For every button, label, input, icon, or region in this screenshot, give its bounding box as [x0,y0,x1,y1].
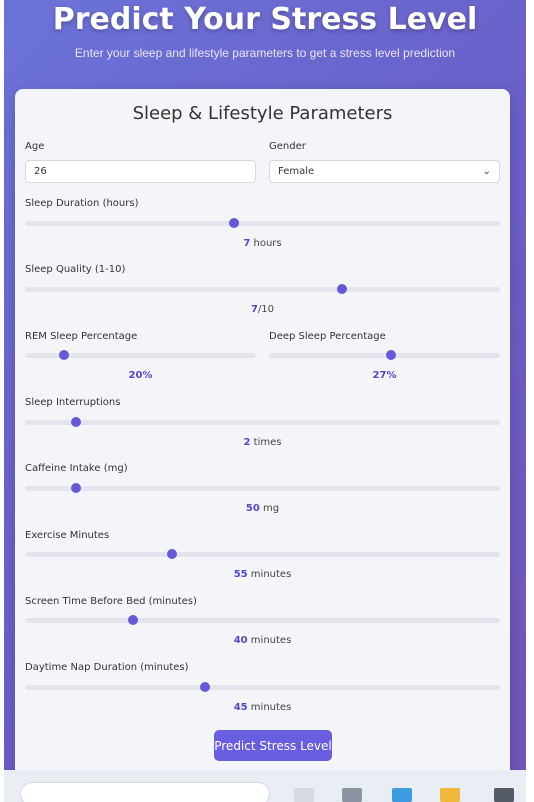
age-label: Age [25,141,45,152]
deep-sleep-label: Deep Sleep Percentage [269,331,386,342]
deep-sleep-slider[interactable] [269,350,500,360]
gender-value: Female [278,166,315,177]
age-value: 26 [34,166,47,177]
chevron-down-icon: ⌄ [482,166,491,177]
browser-viewport: Predict Your Stress Level Enter your sle… [4,0,526,770]
sleep-duration-unit: hours [250,238,282,249]
sleep-quality-thumb[interactable] [336,284,347,294]
sleep-duration-thumb[interactable] [229,218,239,228]
gender-label: Gender [269,141,306,152]
interruptions-readout: 2 times [25,437,500,448]
age-input[interactable]: 26 [25,160,256,183]
caffeine-thumb[interactable] [70,483,81,493]
caffeine-slider[interactable] [25,483,500,493]
deep-sleep-readout: 27% [269,370,500,381]
exercise-label: Exercise Minutes [25,530,110,541]
taskbar-search-box[interactable] [20,782,270,802]
nap-value: 45 [233,702,248,713]
screen-time-readout: 40 minutes [25,635,500,646]
nap-slider[interactable] [25,682,500,692]
exercise-value: 55 [233,569,248,580]
caffeine-label: Caffeine Intake (mg) [25,463,128,474]
screen-time-unit: minutes [247,635,292,646]
deep-sleep-thumb[interactable] [386,350,397,360]
parameters-form-card: Sleep & Lifestyle Parameters Age 26 Gend… [15,89,510,770]
page-subtitle: Enter your sleep and lifestyle parameter… [74,46,456,60]
interruptions-slider[interactable] [25,417,500,427]
rem-sleep-unit: % [142,370,153,381]
caffeine-readout: 50 mg [25,503,500,514]
deep-sleep-unit: % [386,370,397,381]
sleep-duration-label: Sleep Duration (hours) [25,198,139,209]
mail-icon[interactable] [342,788,362,802]
nap-label: Daytime Nap Duration (minutes) [25,662,189,673]
rem-sleep-value: 20 [128,370,143,381]
sleep-quality-value: 7 [250,304,258,315]
rem-sleep-thumb[interactable] [59,350,70,360]
sleep-duration-slider[interactable] [25,218,500,228]
sleep-quality-readout: 7/10 [25,304,500,315]
screen-time-thumb[interactable] [128,615,139,625]
screen-time-value: 40 [233,635,248,646]
caffeine-unit: mg [259,503,280,514]
sleep-quality-label: Sleep Quality (1-10) [25,264,126,275]
interruptions-thumb[interactable] [70,417,81,427]
rem-sleep-label: REM Sleep Percentage [25,331,138,342]
browser-icon[interactable] [392,788,412,802]
app-icon[interactable] [294,788,314,802]
sleep-quality-slider[interactable] [25,284,500,294]
taskbar [4,770,526,802]
nap-readout: 45 minutes [25,702,500,713]
deep-sleep-value: 27 [372,370,387,381]
folder-icon[interactable] [440,788,460,802]
caffeine-value: 50 [245,503,260,514]
sleep-duration-readout: 7 hours [25,238,500,249]
gender-select[interactable]: Female ⌄ [269,160,500,183]
page-title: Predict Your Stress Level [52,2,478,37]
terminal-icon[interactable] [494,788,514,802]
interruptions-unit: times [250,437,282,448]
exercise-readout: 55 minutes [25,569,500,580]
rem-sleep-readout: 20% [25,370,256,381]
form-title: Sleep & Lifestyle Parameters [132,103,393,124]
screen-time-label: Screen Time Before Bed (minutes) [25,596,197,607]
sleep-quality-unit: /10 [257,304,275,315]
interruptions-label: Sleep Interruptions [25,397,121,408]
nap-thumb[interactable] [199,682,210,692]
predict-stress-button[interactable]: Predict Stress Level [214,730,332,761]
nap-unit: minutes [247,702,292,713]
exercise-unit: minutes [247,569,292,580]
rem-sleep-slider[interactable] [25,350,256,360]
screen-time-slider[interactable] [25,615,500,625]
exercise-slider[interactable] [25,549,500,559]
exercise-thumb[interactable] [167,549,178,559]
